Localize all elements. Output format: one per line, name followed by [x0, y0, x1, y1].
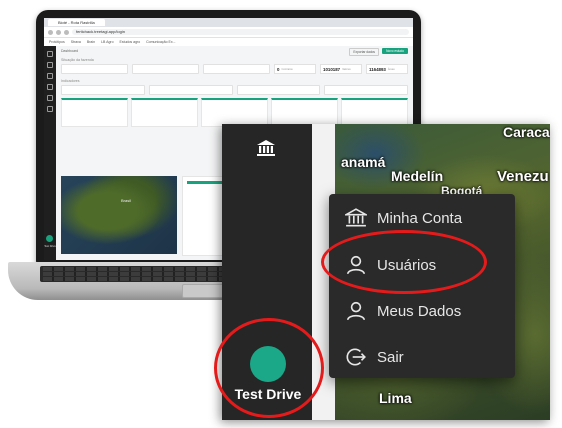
dashboard-icon[interactable]	[47, 62, 53, 68]
filter-field[interactable]	[61, 64, 128, 74]
new-study-button[interactable]: Novo estudo	[382, 48, 408, 54]
stat-card: 1010187 Valores	[320, 64, 362, 74]
settings-icon[interactable]	[47, 106, 53, 112]
filter-field[interactable]	[132, 64, 199, 74]
map-label: Brasil	[121, 198, 132, 203]
menu-icon[interactable]	[47, 51, 53, 57]
indicator-card[interactable]	[131, 98, 198, 127]
map-label: Caraca	[503, 124, 550, 140]
browser-toolbar: fertichack.treetagi.app/login	[44, 27, 413, 38]
menu-item-label: Sair	[377, 348, 404, 366]
indicator-card[interactable]	[341, 98, 408, 127]
filter-field[interactable]	[148, 85, 233, 95]
map-label: Venezu	[497, 168, 549, 185]
bookmark-item[interactable]: Comunicação Ex...	[146, 40, 175, 44]
stat-card: 1164893 Áreas	[366, 64, 408, 74]
stat-card: 0 Contratos	[274, 64, 316, 74]
filter-field[interactable]	[236, 85, 321, 95]
filter-row: 0 Contratos 1010187 Valores 1164893 Áreas	[61, 64, 408, 74]
bank-icon	[345, 208, 367, 227]
highlight-ring-users	[321, 230, 487, 294]
section-title: Situação da fazenda	[61, 58, 94, 62]
section-title: Indicadores	[61, 79, 80, 83]
indicator-cards	[61, 98, 408, 127]
panel-accent-bar	[187, 181, 227, 184]
menu-item-label: Meus Dados	[377, 302, 462, 320]
filter-field[interactable]	[324, 85, 408, 95]
highlight-ring-avatar	[214, 318, 324, 418]
bookmark-item[interactable]: Brain	[87, 40, 95, 44]
back-icon[interactable]	[48, 29, 53, 35]
bookmark-item[interactable]: Estudos agro	[120, 40, 141, 44]
filter-field[interactable]	[61, 85, 145, 95]
bookmark-item[interactable]: Protótipos	[49, 40, 65, 44]
map-label: Lima	[379, 390, 412, 406]
filter-field[interactable]	[203, 64, 270, 74]
menu-item-meus-dados[interactable]: Meus Dados	[329, 293, 515, 329]
indicator-card[interactable]	[61, 98, 128, 127]
map-label: Medelín	[391, 168, 444, 184]
map-label: anamá	[341, 154, 386, 170]
dashboard-map[interactable]: Brasil	[61, 176, 177, 254]
app-sidebar: Test Drive	[44, 46, 56, 260]
menu-item-label: Minha Conta	[377, 209, 463, 227]
address-bar[interactable]: fertichack.treetagi.app/login	[72, 29, 409, 35]
menu-item-sair[interactable]: Sair	[329, 339, 515, 375]
reload-icon[interactable]	[64, 29, 69, 35]
bookmark-item[interactable]: LB Agro	[101, 40, 113, 44]
bank-icon[interactable]	[256, 138, 276, 158]
map-icon[interactable]	[47, 73, 53, 79]
chart-icon[interactable]	[47, 84, 53, 90]
forward-icon[interactable]	[56, 29, 61, 35]
browser-tab[interactable]: Bioté - Rota Rastrilla	[48, 19, 105, 26]
filter-row	[61, 85, 408, 95]
browser-tab-strip: Bioté - Rota Rastrilla	[44, 18, 413, 27]
user-name-small: Test Drive	[44, 245, 56, 248]
bookmark-item[interactable]: Strava	[71, 40, 81, 44]
logout-icon	[346, 348, 366, 366]
user-avatar[interactable]	[46, 235, 53, 242]
export-button[interactable]: Exportar dados	[349, 48, 379, 56]
indicator-card[interactable]	[201, 98, 268, 127]
indicator-card[interactable]	[271, 98, 338, 127]
document-icon[interactable]	[47, 95, 53, 101]
user-icon	[346, 301, 366, 321]
